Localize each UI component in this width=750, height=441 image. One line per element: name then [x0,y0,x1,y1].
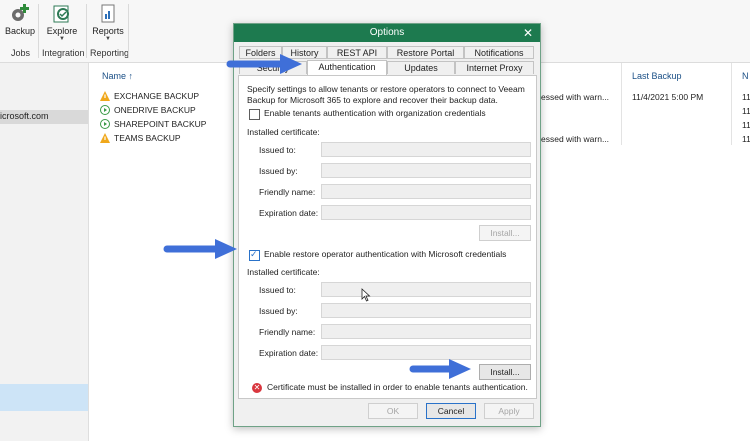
job-name: ONEDRIVE BACKUP [114,105,196,115]
group-integration: Integration [42,48,85,58]
group-jobs: Jobs [11,48,31,58]
backup-label: Backup [4,26,36,36]
field-label: Issued to: [259,145,296,155]
annotation-arrow-icon [163,239,237,259]
group-reporting: Reporting [90,48,130,58]
chevron-down-icon: ▼ [105,36,111,42]
authentication-panel: Specify settings to allow tenants or res… [238,75,537,399]
table-row[interactable]: EXCHANGE BACKUP [98,90,238,103]
issued-to-field [321,282,531,297]
install-button[interactable]: Install... [479,364,531,380]
job-next: 11 [742,92,750,102]
ok-button[interactable]: OK [368,403,418,419]
divider [38,4,39,58]
error-message: Certificate must be installed in order t… [267,382,528,392]
operator-auth-label: Enable restore operator authentication w… [264,249,507,259]
tab-notifications[interactable]: Notifications [464,46,534,59]
explore-button[interactable]: Explore ▼ [42,2,82,44]
field-label: Friendly name: [259,327,316,337]
table-row[interactable]: TEAMS BACKUP [98,132,238,145]
field-label: Expiration date: [259,348,319,358]
tenant-auth-checkbox[interactable] [249,109,260,120]
job-status: essed with warn... [541,134,610,144]
issued-to-field [321,142,531,157]
reports-button[interactable]: Reports ▼ [88,2,128,44]
tab-authentication[interactable]: Authentication [307,60,387,75]
explore-label: Explore [46,26,78,36]
column-divider [731,63,732,145]
intro-text: Specify settings to allow tenants or res… [247,84,525,105]
install-button-disabled[interactable]: Install... [479,225,531,241]
mouse-cursor-icon [361,288,371,302]
friendly-name-field [321,324,531,339]
nav-item-organization[interactable]: icrosoft.com [0,110,88,124]
field-label: Issued by: [259,306,298,316]
issued-by-field [321,303,531,318]
error-icon: ✕ [252,383,262,393]
backup-button[interactable]: Backup [0,2,40,44]
job-next: 11 [742,120,750,130]
column-header-last-backup[interactable]: Last Backup [632,71,682,81]
checkmark-icon: ✓ [250,249,258,259]
expiration-date-field [321,205,531,220]
job-name: TEAMS BACKUP [114,133,181,143]
tab-restore-portal[interactable]: Restore Portal [387,46,464,59]
cancel-button[interactable]: Cancel [426,403,476,419]
annotation-arrow-icon [409,359,471,379]
close-icon[interactable]: ✕ [523,25,533,41]
column-header-name[interactable]: Name ↑ [102,71,133,81]
play-icon [100,119,110,129]
dialog-title-bar[interactable]: Options ✕ [234,24,540,42]
tenant-auth-label: Enable tenants authentication with organ… [264,108,486,118]
field-label: Issued to: [259,285,296,295]
tab-updates[interactable]: Updates [387,61,455,74]
column-header-next[interactable]: N [742,71,749,81]
report-icon [101,4,115,23]
job-name: EXCHANGE BACKUP [114,91,200,101]
play-icon [100,105,110,115]
friendly-name-field [321,184,531,199]
options-dialog: Options ✕ Folders History REST API Resto… [233,23,541,427]
field-label: Friendly name: [259,187,316,197]
table-row[interactable]: ONEDRIVE BACKUP [98,104,238,117]
section-label: Installed certificate: [247,127,320,137]
table-row[interactable]: SHAREPOINT BACKUP [98,118,238,131]
explore-icon [53,5,69,23]
job-last-backup: 11/4/2021 5:00 PM [632,92,704,102]
section-label: Installed certificate: [247,267,320,277]
reports-label: Reports [92,26,124,36]
dialog-title: Options [369,27,405,38]
job-next: 11 [742,134,750,144]
warning-icon [100,133,110,143]
operator-auth-checkbox[interactable]: ✓ [249,249,260,261]
job-status: essed with warn... [541,92,610,102]
annotation-arrow-icon [226,54,302,74]
tab-rest-api[interactable]: REST API [327,46,387,59]
divider [86,4,87,58]
tab-internet-proxy[interactable]: Internet Proxy [455,61,534,74]
job-name: SHAREPOINT BACKUP [114,119,207,129]
warning-icon [100,91,110,101]
field-label: Expiration date: [259,208,319,218]
apply-button[interactable]: Apply [484,403,534,419]
divider [128,4,129,58]
nav-item-selected[interactable] [0,384,88,411]
field-label: Issued by: [259,166,298,176]
gear-plus-icon [12,4,29,21]
column-divider [621,63,622,145]
job-next: 11 [742,106,750,116]
chevron-down-icon: ▼ [59,36,65,42]
nav-item-label: icrosoft.com [0,111,49,121]
issued-by-field [321,163,531,178]
